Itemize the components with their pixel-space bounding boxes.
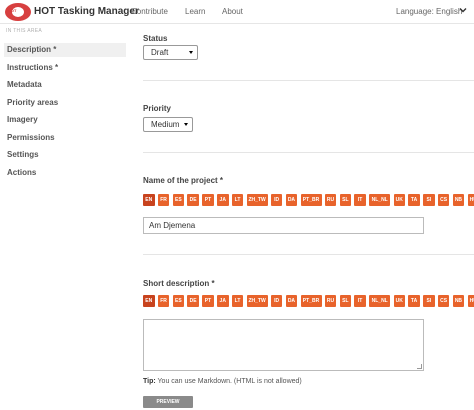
- short-description-language-tab-ta[interactable]: TA: [408, 295, 420, 307]
- project-edit-form: Status Draft Priority Medium Name of the…: [143, 24, 474, 410]
- project-name-language-tab-uk[interactable]: UK: [393, 194, 405, 206]
- project-name-language-tab-it[interactable]: IT: [354, 194, 366, 206]
- project-name-language-tab-hu[interactable]: HU: [467, 194, 474, 206]
- project-name-language-tab-ta[interactable]: TA: [408, 194, 420, 206]
- project-name-input[interactable]: Am Djemena: [143, 217, 424, 234]
- short-description-language-tabs: EN FR ES DE PT JA LT ZH_TW ID DA PT_BR RU SL IT NL_NL U…: [143, 295, 474, 307]
- divider: [143, 80, 474, 81]
- project-name-language-tab-de[interactable]: DE: [187, 194, 199, 206]
- nav-contribute[interactable]: Contribute: [131, 7, 168, 16]
- nav-about[interactable]: About: [222, 7, 243, 16]
- priority-value: Medium: [151, 120, 180, 129]
- short-description-language-tab-pt_br[interactable]: PT_BR: [300, 295, 322, 307]
- tip-label: Tip:: [143, 378, 156, 385]
- project-name-language-tab-fr[interactable]: FR: [157, 194, 170, 206]
- top-header: HOT HOT Tasking Manager Contribute Learn…: [0, 0, 474, 24]
- short-description-language-tab-lt[interactable]: LT: [231, 295, 244, 307]
- sidebar-item-imagery[interactable]: Imagery: [4, 113, 126, 127]
- project-name-language-tab-zh_tw[interactable]: ZH_TW: [246, 194, 268, 206]
- project-name-label: Name of the project *: [143, 176, 224, 185]
- priority-label: Priority: [143, 104, 172, 113]
- status-select[interactable]: Draft: [143, 45, 198, 60]
- project-name-value: Am Djemena: [149, 221, 196, 230]
- sidebar-item-actions[interactable]: Actions: [4, 166, 126, 180]
- project-name-language-tab-ru[interactable]: RU: [324, 194, 337, 206]
- language-selector[interactable]: Language: English: [396, 7, 462, 16]
- short-description-textarea[interactable]: [143, 319, 424, 371]
- preview-button[interactable]: PREVIEW: [143, 396, 193, 408]
- project-name-language-tab-nl_nl[interactable]: NL_NL: [369, 194, 391, 206]
- divider: [143, 152, 474, 153]
- short-description-language-tab-id[interactable]: ID: [270, 295, 283, 307]
- project-name-language-tab-pt_br[interactable]: PT_BR: [300, 194, 322, 206]
- sidebar-item-description[interactable]: Description *: [4, 43, 126, 57]
- sidebar-item-permissions[interactable]: Permissions: [4, 131, 126, 145]
- short-description-language-tab-ja[interactable]: JA: [217, 295, 229, 307]
- divider: [143, 254, 474, 255]
- project-name-language-tab-si[interactable]: SI: [423, 194, 435, 206]
- short-description-label: Short description *: [143, 279, 215, 288]
- project-name-language-tab-pt[interactable]: PT: [202, 194, 214, 206]
- short-description-language-tab-zh_tw[interactable]: ZH_TW: [246, 295, 268, 307]
- short-description-language-tab-uk[interactable]: UK: [393, 295, 405, 307]
- project-name-language-tab-sl[interactable]: SL: [339, 194, 352, 206]
- short-description-language-tab-da[interactable]: DA: [285, 295, 298, 307]
- tip-text: You can use Markdown. (HTML is not allow…: [157, 378, 302, 385]
- short-description-language-tab-de[interactable]: DE: [187, 295, 199, 307]
- short-description-language-tab-sl[interactable]: SL: [339, 295, 352, 307]
- project-name-language-tabs: EN FR ES DE PT JA LT ZH_TW ID DA PT_BR RU SL IT NL_NL U…: [143, 194, 474, 206]
- project-name-language-tab-es[interactable]: ES: [172, 194, 185, 206]
- project-name-language-tab-en[interactable]: EN: [143, 194, 155, 206]
- sidebar-heading: IN THIS AREA: [6, 28, 43, 34]
- status-label: Status: [143, 34, 168, 43]
- short-description-language-tab-ru[interactable]: RU: [324, 295, 337, 307]
- markdown-tip: Tip: You can use Markdown. (HTML is not …: [143, 378, 302, 385]
- short-description-language-tab-es[interactable]: ES: [172, 295, 185, 307]
- brand-title[interactable]: HOT Tasking Manager: [34, 6, 139, 17]
- project-name-language-tab-da[interactable]: DA: [285, 194, 298, 206]
- logo-text: HOT: [8, 8, 17, 13]
- short-description-language-tab-it[interactable]: IT: [354, 295, 366, 307]
- short-description-language-tab-nb[interactable]: NB: [452, 295, 465, 307]
- sidebar-item-instructions[interactable]: Instructions *: [4, 61, 126, 75]
- project-name-language-tab-id[interactable]: ID: [270, 194, 283, 206]
- dropdown-caret-icon: [189, 51, 193, 54]
- sidebar-item-metadata[interactable]: Metadata: [4, 78, 126, 92]
- short-description-language-tab-en[interactable]: EN: [143, 295, 155, 307]
- nav-learn[interactable]: Learn: [185, 7, 205, 16]
- short-description-language-tab-hu[interactable]: HU: [467, 295, 474, 307]
- short-description-language-tab-nl_nl[interactable]: NL_NL: [369, 295, 391, 307]
- sidebar: IN THIS AREA Description * Instructions …: [0, 24, 130, 410]
- chevron-down-icon[interactable]: [459, 6, 467, 14]
- sidebar-item-settings[interactable]: Settings: [4, 148, 126, 162]
- project-name-language-tab-nb[interactable]: NB: [452, 194, 465, 206]
- status-value: Draft: [151, 48, 169, 57]
- short-description-language-tab-pt[interactable]: PT: [202, 295, 214, 307]
- short-description-language-tab-si[interactable]: SI: [423, 295, 435, 307]
- short-description-language-tab-cs[interactable]: CS: [437, 295, 450, 307]
- project-name-language-tab-cs[interactable]: CS: [437, 194, 450, 206]
- dropdown-caret-icon: [184, 123, 188, 126]
- sidebar-item-priority-areas[interactable]: Priority areas: [4, 96, 126, 110]
- resize-handle-icon[interactable]: [417, 364, 422, 369]
- short-description-language-tab-fr[interactable]: FR: [157, 295, 170, 307]
- project-name-language-tab-ja[interactable]: JA: [217, 194, 229, 206]
- project-name-language-tab-lt[interactable]: LT: [231, 194, 244, 206]
- priority-select[interactable]: Medium: [143, 117, 193, 132]
